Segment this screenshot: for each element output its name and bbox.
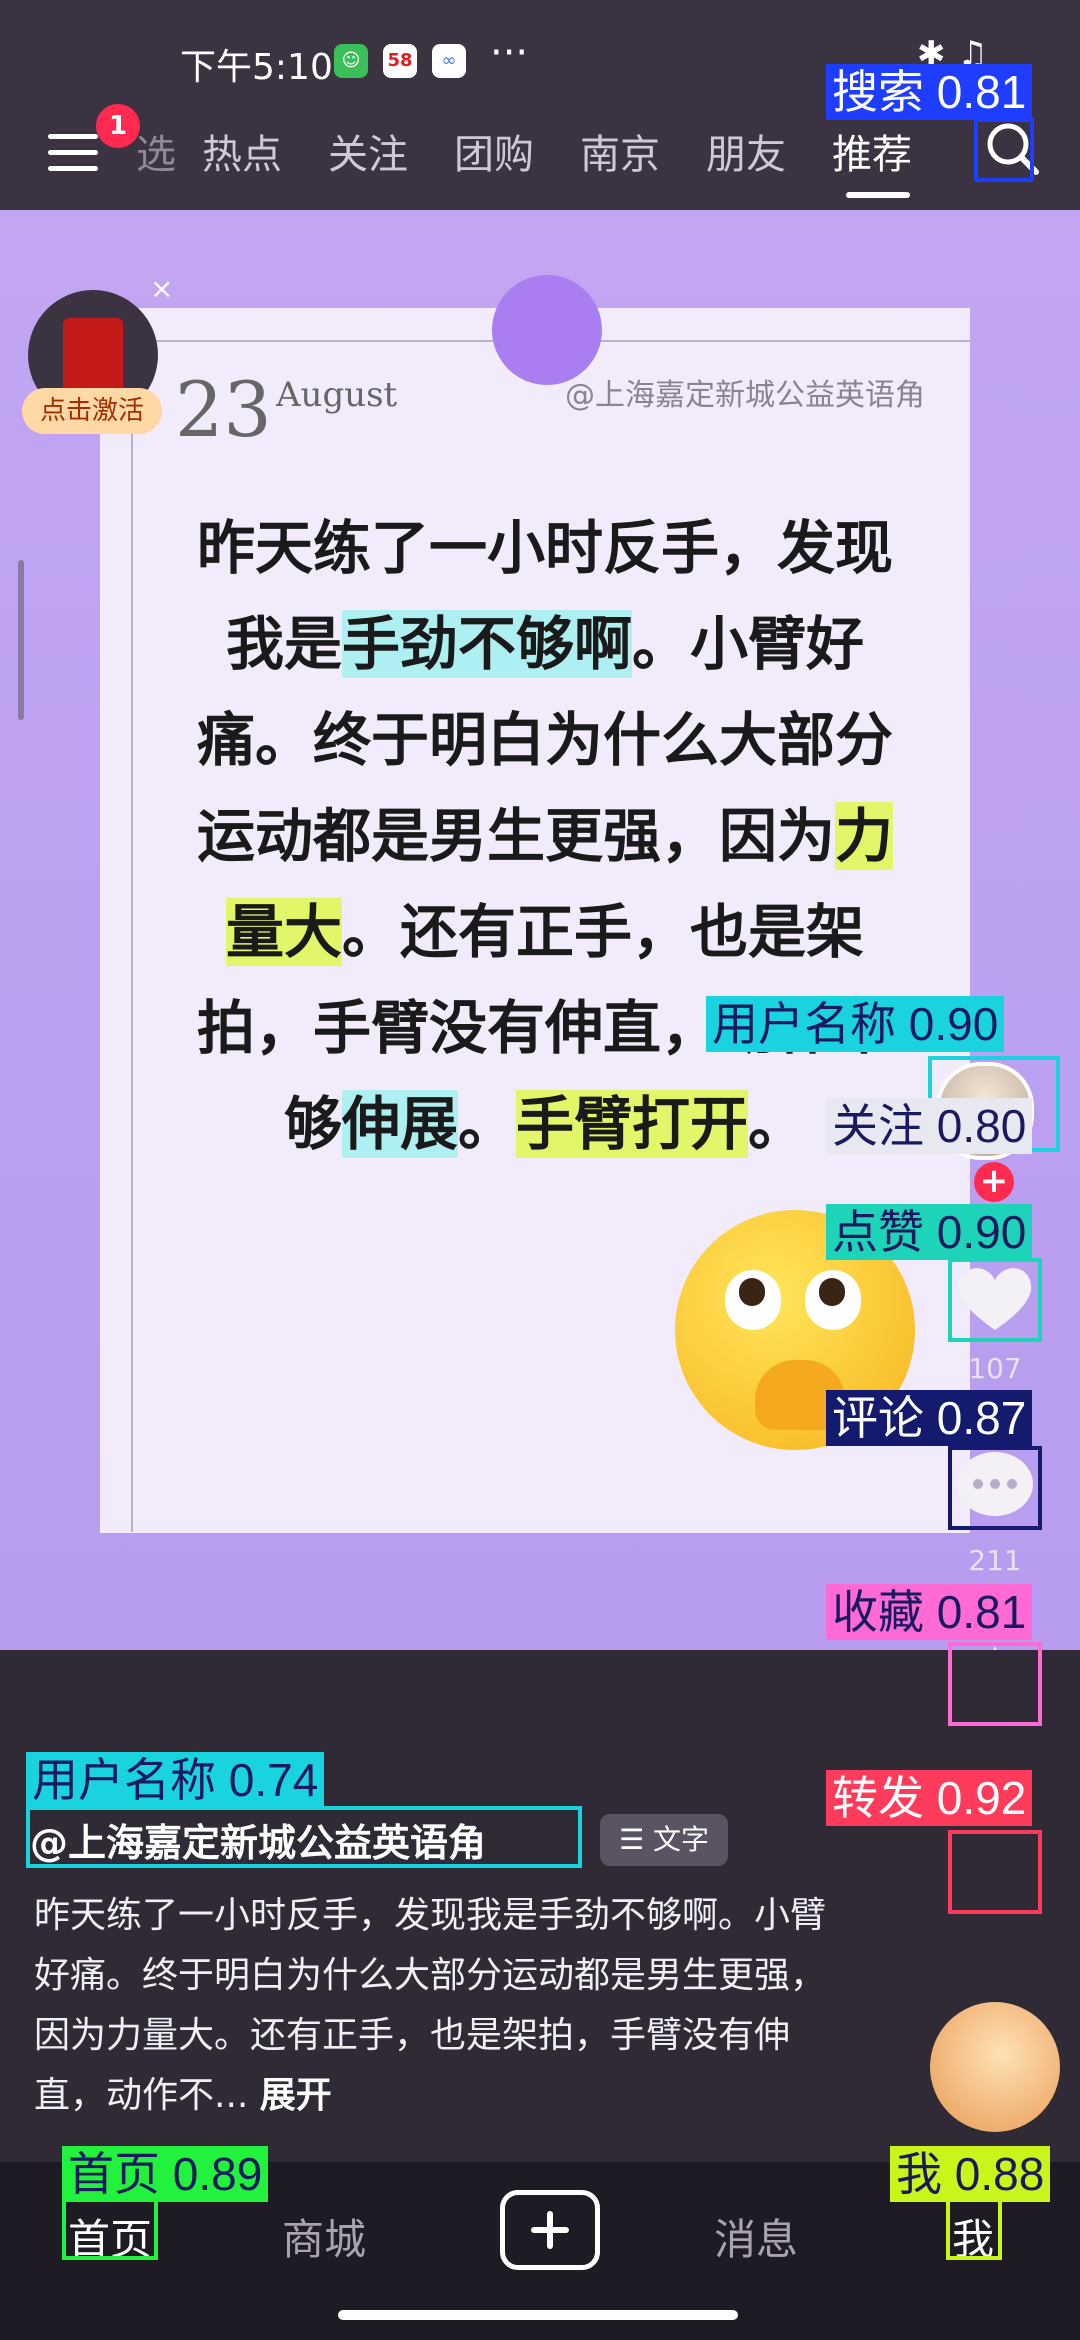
detection-box-like [948, 1258, 1042, 1342]
activate-label[interactable]: 点击激活 [22, 388, 162, 434]
more-status-icon: ··· [490, 30, 529, 76]
nav-messages[interactable]: 消息 [714, 2206, 798, 2267]
pin-decoration [492, 275, 602, 385]
notification-badge: 1 [96, 104, 140, 148]
post-caption[interactable]: 昨天练了一小时反手，发现我是手劲不够啊。小臂好痛。终于明白为什么大部分运动都是男… [34, 1886, 834, 2126]
date-day: 23 [175, 365, 272, 454]
tab-partial[interactable]: 选 [136, 122, 176, 180]
scroll-indicator [18, 560, 24, 720]
red-packet-icon [63, 318, 123, 393]
image-text-segment: 够 [283, 1090, 342, 1158]
58-app-icon: 58 [383, 44, 417, 78]
tab-nanjing[interactable]: 南京 [580, 122, 660, 180]
expand-button[interactable]: 展开 [260, 2075, 332, 2116]
music-disc-avatar[interactable] [930, 2002, 1060, 2132]
detection-label-home: 首页 0.89 [62, 2146, 269, 2202]
detection-box-search [974, 118, 1034, 182]
image-text-line: 我是手劲不够啊。小臂好 [170, 596, 920, 692]
wechat-icon: ☺ [334, 44, 368, 78]
tab-hot[interactable]: 热点 [202, 122, 282, 180]
date-month: August [276, 375, 398, 415]
image-text-segment: 。 [748, 1090, 807, 1158]
highlighted-text: 伸展 [341, 1090, 458, 1158]
nav-mall[interactable]: 商城 [282, 2206, 366, 2267]
image-text-segment: 昨天练了一小时反手，发现 [196, 514, 893, 582]
image-text-segment: 。 [457, 1090, 516, 1158]
detection-label-username: 用户名称 0.74 [26, 1752, 325, 1808]
menu-icon[interactable] [48, 134, 98, 174]
type-chip-label: 文字 [653, 1823, 710, 1856]
tab-friends[interactable]: 朋友 [706, 122, 786, 180]
detection-label-like: 点赞 0.90 [826, 1204, 1033, 1260]
like-count: 107 [968, 1352, 1022, 1385]
detection-label-comment: 评论 0.87 [826, 1390, 1033, 1446]
detection-box-me [946, 2196, 1002, 2260]
image-text-segment: 。还有正手，也是架 [342, 898, 865, 966]
image-text-segment: 我是 [225, 610, 342, 678]
baidu-icon: ∞ [432, 44, 466, 78]
detection-label-favorite: 收藏 0.81 [826, 1584, 1033, 1640]
tab-follow[interactable]: 关注 [328, 122, 408, 180]
detection-label-search: 搜索 0.81 [826, 64, 1033, 120]
detection-box-username [26, 1806, 582, 1868]
detection-box-comment [948, 1446, 1042, 1530]
image-text-line: 够伸展。手臂打开。 [170, 1076, 920, 1172]
caption-text: 昨天练了一小时反手，发现我是手劲不够啊。小臂好痛。终于明白为什么大部分运动都是男… [34, 1895, 827, 2116]
create-post-button[interactable] [500, 2190, 600, 2270]
detection-box-home [62, 2196, 158, 2260]
detection-label-follow: 关注 0.80 [826, 1098, 1033, 1154]
follow-button[interactable]: + [974, 1162, 1014, 1202]
image-text-segment: 运动都是男生更强，因为 [196, 802, 835, 870]
detection-label-me: 我 0.88 [890, 2146, 1051, 2202]
comment-count: 211 [968, 1544, 1022, 1577]
text-type-chip: ☰ 文字 [600, 1814, 728, 1866]
image-text-line: 量大。还有正手，也是架 [170, 884, 920, 980]
detection-label-username-avatar: 用户名称 0.90 [706, 996, 1005, 1052]
tab-group-buy[interactable]: 团购 [454, 122, 534, 180]
image-text-line: 痛。终于明白为什么大部分 [170, 692, 920, 788]
status-time: 下午5:10 [180, 47, 333, 88]
close-red-packet-icon[interactable]: × [150, 272, 173, 305]
active-tab-indicator [846, 192, 910, 198]
image-text-line: 昨天练了一小时反手，发现 [170, 500, 920, 596]
detection-label-share: 转发 0.92 [826, 1770, 1033, 1826]
highlighted-text: 量大 [225, 898, 342, 966]
highlighted-text: 手劲不够啊 [341, 610, 632, 678]
image-watermark: @上海嘉定新城公益英语角 [565, 378, 925, 413]
detection-box-share [948, 1830, 1042, 1914]
image-text-segment: 痛。终于明白为什么大部分 [196, 706, 893, 774]
highlighted-text: 手臂打开 [516, 1090, 749, 1158]
home-indicator [338, 2310, 738, 2320]
detection-box-favorite [948, 1642, 1042, 1726]
post-image-text: 昨天练了一小时反手，发现 我是手劲不够啊。小臂好 痛。终于明白为什么大部分 运动都是男… [170, 500, 920, 1172]
highlighted-text: 力 [835, 802, 894, 870]
image-text-segment: 。小臂好 [632, 610, 865, 678]
tab-recommend[interactable]: 推荐 [832, 122, 912, 180]
image-text-line: 运动都是男生更强，因为力 [170, 788, 920, 884]
